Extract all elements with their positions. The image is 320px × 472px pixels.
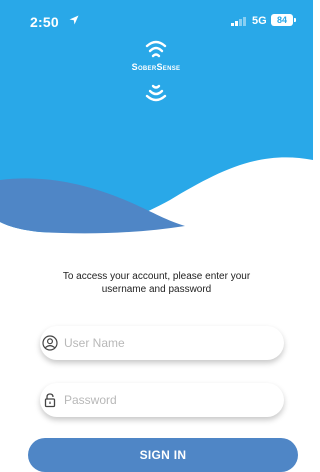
- username-input[interactable]: [64, 326, 274, 360]
- battery-level: 84: [271, 14, 296, 26]
- password-field[interactable]: [40, 383, 284, 417]
- sign-in-button[interactable]: SIGN IN: [28, 438, 298, 472]
- lock-icon: [44, 393, 56, 408]
- sound-wave-top-icon: [145, 40, 167, 58]
- status-bar: 2:50 5G 84: [0, 0, 313, 40]
- cellular-signal-icon: [231, 17, 246, 26]
- username-field[interactable]: [40, 326, 284, 360]
- status-time: 2:50: [30, 14, 59, 30]
- network-type: 5G: [252, 15, 267, 27]
- sound-wave-bottom-icon: [145, 84, 167, 102]
- login-instructions: To access your account, please enter you…: [62, 271, 251, 295]
- header-banner: 2:50 5G 84 SoberSense: [0, 0, 313, 235]
- password-input[interactable]: [64, 383, 274, 417]
- user-circle-icon: [42, 335, 58, 351]
- sobersense-logo: SoberSense: [120, 38, 192, 104]
- logo-text: SoberSense: [131, 62, 181, 72]
- location-arrow-icon: [69, 15, 79, 25]
